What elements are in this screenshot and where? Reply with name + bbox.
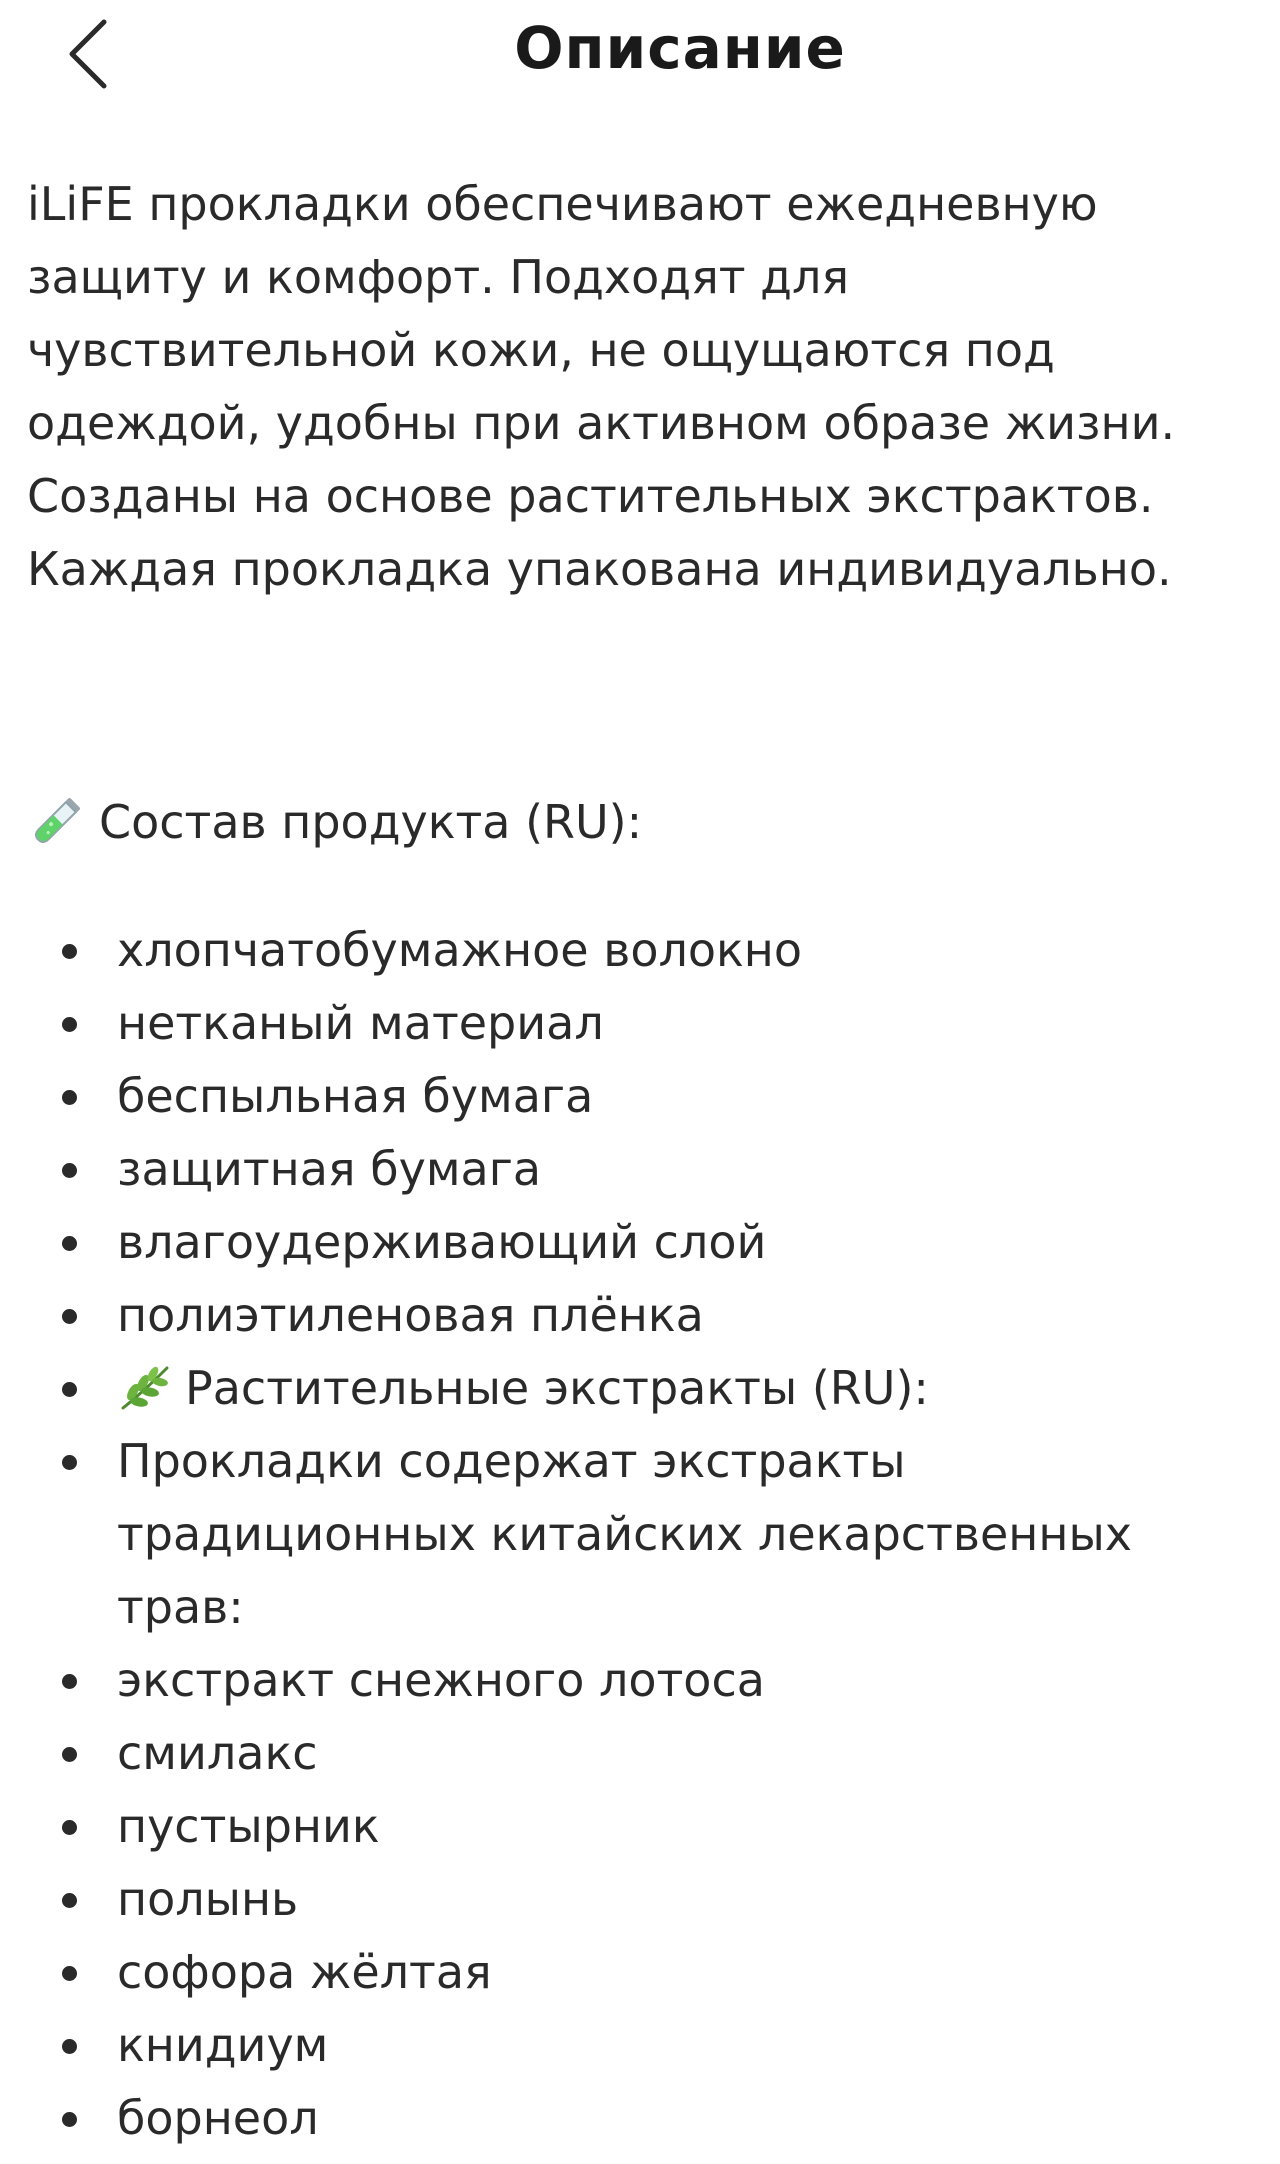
- header-bar: Описание: [0, 0, 1280, 110]
- list-item: защитная бумага: [62, 1133, 1197, 1206]
- herb-icon: [121, 1366, 169, 1410]
- list-item: нетканый материал: [62, 987, 1197, 1060]
- list-item: Прокладки содержат экстракты традиционны…: [62, 1425, 1197, 1644]
- description-content: iLiFE прокладки обеспечивают ежедневную …: [27, 168, 1247, 2155]
- herbal-extracts-label: Растительные экстракты (RU):: [185, 1361, 929, 1415]
- composition-heading: Состав продукта (RU):: [27, 792, 1247, 852]
- test-tube-icon: [35, 798, 80, 843]
- list-item: книдиум: [62, 2009, 1197, 2082]
- list-item: пустырник: [62, 1790, 1197, 1863]
- description-text: iLiFE прокладки обеспечивают ежедневную …: [27, 177, 1176, 596]
- list-item: софора жёлтая: [62, 1936, 1197, 2009]
- list-item: беспыльная бумага: [62, 1060, 1197, 1133]
- list-item: полиэтиленовая плёнка: [62, 1279, 1197, 1352]
- list-item: смилакс: [62, 1717, 1197, 1790]
- list-item: борнеол: [62, 2082, 1197, 2155]
- composition-heading-label: Состав продукта (RU):: [99, 795, 643, 849]
- list-item: хлопчатобумажное волокно: [62, 914, 1197, 987]
- list-item: влагоудерживающий слой: [62, 1206, 1197, 1279]
- page-title: Описание: [514, 14, 846, 82]
- list-item-herbal-extracts: Растительные экстракты (RU):: [62, 1352, 1197, 1425]
- list-item: полынь: [62, 1863, 1197, 1936]
- ingredients-list: хлопчатобумажное волокно нетканый матери…: [27, 914, 1247, 2155]
- list-item: экстракт снежного лотоса: [62, 1644, 1197, 1717]
